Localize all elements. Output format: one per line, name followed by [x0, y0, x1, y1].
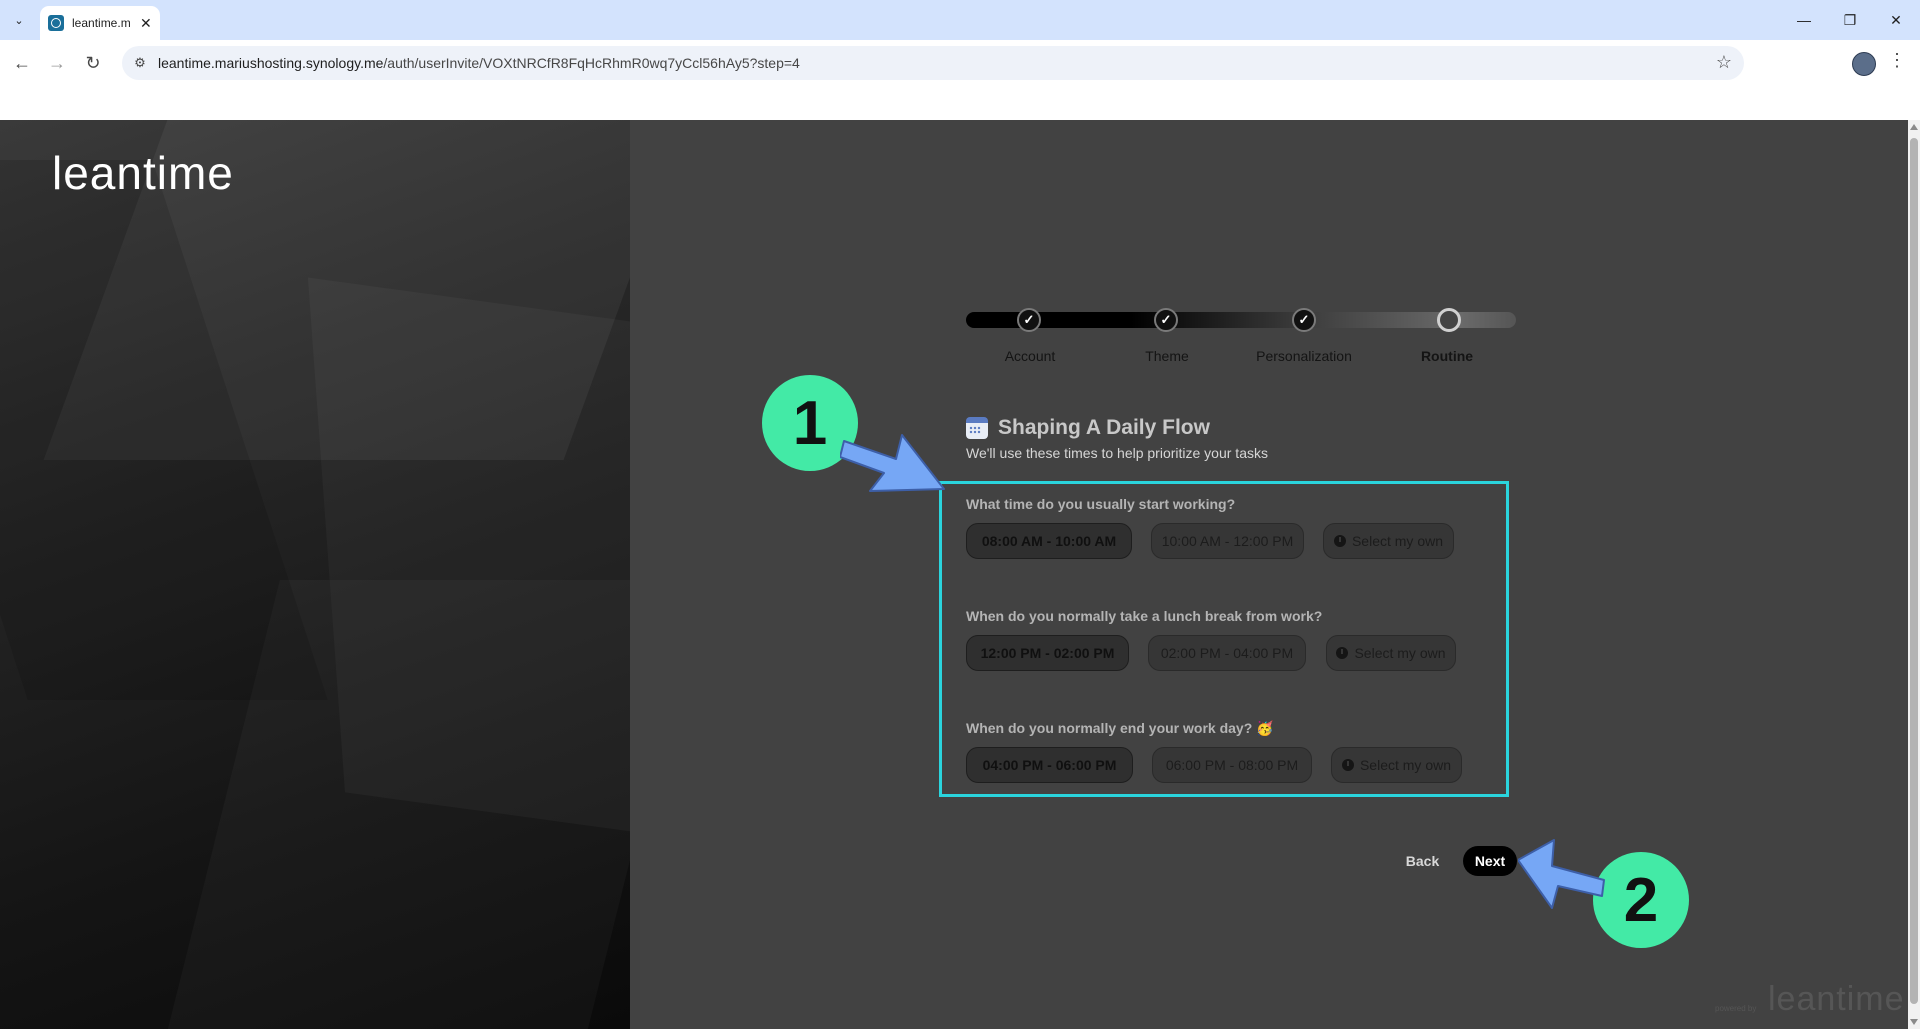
scroll-thumb[interactable]: [1910, 138, 1918, 1004]
url-path: /auth/userInvite/VOXtNRCfR8FqHcRhmR0wq7y…: [383, 55, 800, 71]
option-lunch-1200-0200[interactable]: 12:00 PM - 02:00 PM: [966, 635, 1129, 671]
section-heading: Shaping A Daily Flow: [966, 416, 1210, 440]
step-label-account: Account: [1004, 348, 1056, 364]
step-theme-check-icon: ✓: [1154, 308, 1178, 332]
clock-icon: [1336, 647, 1349, 659]
back-button[interactable]: Back: [1400, 847, 1445, 875]
reload-icon[interactable]: ↻: [79, 49, 107, 77]
option-end-select-own[interactable]: Select my own: [1331, 747, 1462, 783]
scroll-down-icon[interactable]: [1910, 1019, 1918, 1025]
site-info-icon[interactable]: ⚙: [130, 53, 150, 73]
step-label-personalization: Personalization: [1256, 348, 1352, 364]
annotation-arrow-2: [1518, 839, 1605, 909]
step-label-theme: Theme: [1145, 348, 1189, 364]
tab-title: leantime.m: [72, 16, 131, 30]
window-minimize-icon[interactable]: —: [1784, 6, 1824, 34]
browser-tab[interactable]: leantime.m ✕: [40, 6, 160, 40]
clock-icon: [1341, 759, 1354, 771]
option-label: Select my own: [1359, 757, 1452, 773]
option-lunch-select-own[interactable]: Select my own: [1326, 635, 1456, 671]
browser-toolbar: ← → ↻ ⚙ leantime.mariushosting.synology.…: [0, 40, 1920, 86]
option-lunch-0200-0400[interactable]: 02:00 PM - 04:00 PM: [1148, 635, 1306, 671]
page-scrollbar[interactable]: [1908, 120, 1920, 1029]
annotation-arrow-1: [840, 434, 945, 492]
question-end-day: When do you normally end your work day? …: [966, 720, 1274, 736]
forward-arrow-icon[interactable]: →: [43, 49, 71, 77]
bookmark-star-icon[interactable]: ☆: [1716, 52, 1732, 73]
clock-icon: [1333, 535, 1346, 547]
leantime-logo: leantime: [52, 147, 234, 199]
option-start-1000-1200[interactable]: 10:00 AM - 12:00 PM: [1151, 523, 1304, 559]
option-start-select-own[interactable]: Select my own: [1323, 523, 1454, 559]
question-lunch-break: When do you normally take a lunch break …: [966, 608, 1323, 624]
option-label: Select my own: [1351, 533, 1444, 549]
footer-leantime-logo: leantime: [1768, 980, 1905, 1018]
window-restore-icon[interactable]: ❐: [1830, 6, 1870, 34]
step-account-check-icon: ✓: [1017, 308, 1041, 332]
address-bar[interactable]: ⚙ leantime.mariushosting.synology.me/aut…: [122, 46, 1744, 80]
option-end-0600-0800[interactable]: 06:00 PM - 08:00 PM: [1152, 747, 1312, 783]
step-label-routine: Routine: [1420, 348, 1474, 364]
browser-tabstrip: ⌄ leantime.m ✕ — ❐ ✕: [0, 0, 1920, 40]
browser-menu-icon[interactable]: ⋮: [1888, 50, 1906, 71]
url-text: leantime.mariushosting.synology.me/auth/…: [158, 55, 800, 71]
brand-panel: leantime: [0, 120, 630, 1029]
window-close-icon[interactable]: ✕: [1876, 6, 1916, 34]
url-host: leantime.mariushosting.synology.me: [158, 55, 384, 71]
option-start-0800-1000[interactable]: 08:00 AM - 10:00 AM: [966, 523, 1132, 559]
option-end-0400-0600[interactable]: 04:00 PM - 06:00 PM: [966, 747, 1133, 783]
powered-by-text: powered by: [1715, 1004, 1757, 1013]
page-title: Shaping A Daily Flow: [998, 416, 1210, 439]
next-button[interactable]: Next: [1463, 846, 1517, 876]
tab-close-icon[interactable]: ✕: [140, 15, 152, 32]
step-routine-current-icon: [1437, 308, 1461, 332]
page-subtitle: We'll use these times to help prioritize…: [966, 445, 1268, 461]
calendar-icon: [966, 417, 988, 439]
profile-avatar[interactable]: [1852, 52, 1876, 76]
tab-search-chevron-icon[interactable]: ⌄: [6, 8, 32, 32]
back-arrow-icon[interactable]: ←: [8, 49, 36, 77]
step-personalization-check-icon: ✓: [1292, 308, 1316, 332]
bookmark-bar: [0, 86, 1920, 120]
stepper-track: [966, 312, 1516, 328]
onboarding-stepper: ✓ ✓ ✓ Account Theme Personalization Rout…: [966, 302, 1516, 372]
scroll-up-icon[interactable]: [1910, 124, 1918, 130]
leantime-favicon-icon: [48, 15, 64, 31]
option-label: Select my own: [1354, 645, 1446, 661]
question-start-time: What time do you usually start working?: [966, 496, 1236, 512]
